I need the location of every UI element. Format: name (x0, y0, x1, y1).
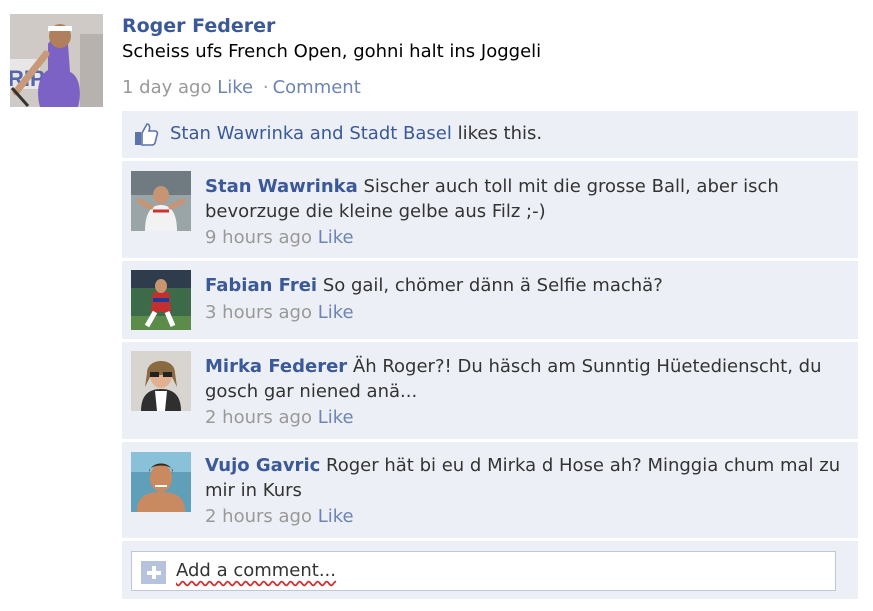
comment-timestamp[interactable]: 9 hours ago (205, 227, 312, 248)
comment-body: Vujo Gavric Roger hät bi eu d Mirka d Ho… (205, 453, 850, 503)
commenter-name[interactable]: Vujo Gavric (205, 455, 320, 476)
comment-like-link[interactable]: Like (318, 506, 354, 527)
comment-item: Mirka Federer Äh Roger?! Du häsch am Sun… (122, 342, 858, 439)
likes-summary: Stan Wawrinka and Stadt Basel likes this… (170, 123, 542, 144)
add-comment-placeholder: Add a comment... (176, 560, 337, 581)
comment-timestamp[interactable]: 3 hours ago (205, 302, 312, 323)
commenter-avatar[interactable] (131, 171, 191, 231)
comment-item: Stan Wawrinka Sischer auch toll mit die … (122, 161, 858, 258)
plus-icon (141, 561, 166, 584)
comment-like-link[interactable]: Like (318, 407, 354, 428)
commenter-avatar[interactable] (131, 351, 191, 411)
comment-item: Fabian Frei So gail, chömer dänn ä Selfi… (122, 261, 858, 339)
thumbs-up-icon (133, 121, 159, 151)
comment-meta: 3 hours ago Like (205, 302, 354, 323)
comment-text: So gail, chömer dänn ä Selfie machä? (322, 275, 663, 296)
comment-timestamp[interactable]: 2 hours ago (205, 407, 312, 428)
liker-link-2[interactable]: Stadt Basel (349, 123, 452, 144)
meta-separator: · (262, 77, 269, 98)
post-timestamp[interactable]: 1 day ago (122, 77, 211, 98)
likes-bar: Stan Wawrinka and Stadt Basel likes this… (122, 111, 858, 158)
likes-suffix: likes this. (451, 123, 543, 144)
author-name[interactable]: Roger Federer (122, 15, 275, 37)
commenter-name[interactable]: Stan Wawrinka (205, 176, 358, 197)
comment-body: Fabian Frei So gail, chömer dänn ä Selfi… (205, 273, 850, 298)
comment-meta: 2 hours ago Like (205, 407, 354, 428)
post-text: Scheiss ufs French Open, gohni halt ins … (122, 41, 542, 62)
commenter-avatar[interactable] (131, 270, 191, 330)
like-link[interactable]: Like (217, 77, 253, 98)
post-meta: 1 day ago Like · Comment (122, 77, 361, 98)
feed-story: RIP Roger Federer Scheiss ufs French Ope… (0, 0, 873, 611)
add-comment-input[interactable]: Add a comment... (131, 551, 836, 591)
comment-meta: 9 hours ago Like (205, 227, 354, 248)
comment-body: Mirka Federer Äh Roger?! Du häsch am Sun… (205, 354, 850, 404)
comment-link[interactable]: Comment (273, 77, 361, 98)
comment-item: Vujo Gavric Roger hät bi eu d Mirka d Ho… (122, 442, 858, 538)
commenter-name[interactable]: Mirka Federer (205, 356, 347, 377)
liker-link-1[interactable]: Stan Wawrinka (170, 123, 304, 144)
comment-like-link[interactable]: Like (318, 302, 354, 323)
comment-like-link[interactable]: Like (318, 227, 354, 248)
likes-conjunction: and (304, 123, 350, 144)
comment-body: Stan Wawrinka Sischer auch toll mit die … (205, 174, 850, 224)
add-comment-area: Add a comment... (122, 541, 858, 599)
commenter-name[interactable]: Fabian Frei (205, 275, 317, 296)
author-avatar[interactable]: RIP (10, 14, 103, 107)
comment-meta: 2 hours ago Like (205, 506, 354, 527)
comment-timestamp[interactable]: 2 hours ago (205, 506, 312, 527)
commenter-avatar[interactable] (131, 452, 191, 512)
